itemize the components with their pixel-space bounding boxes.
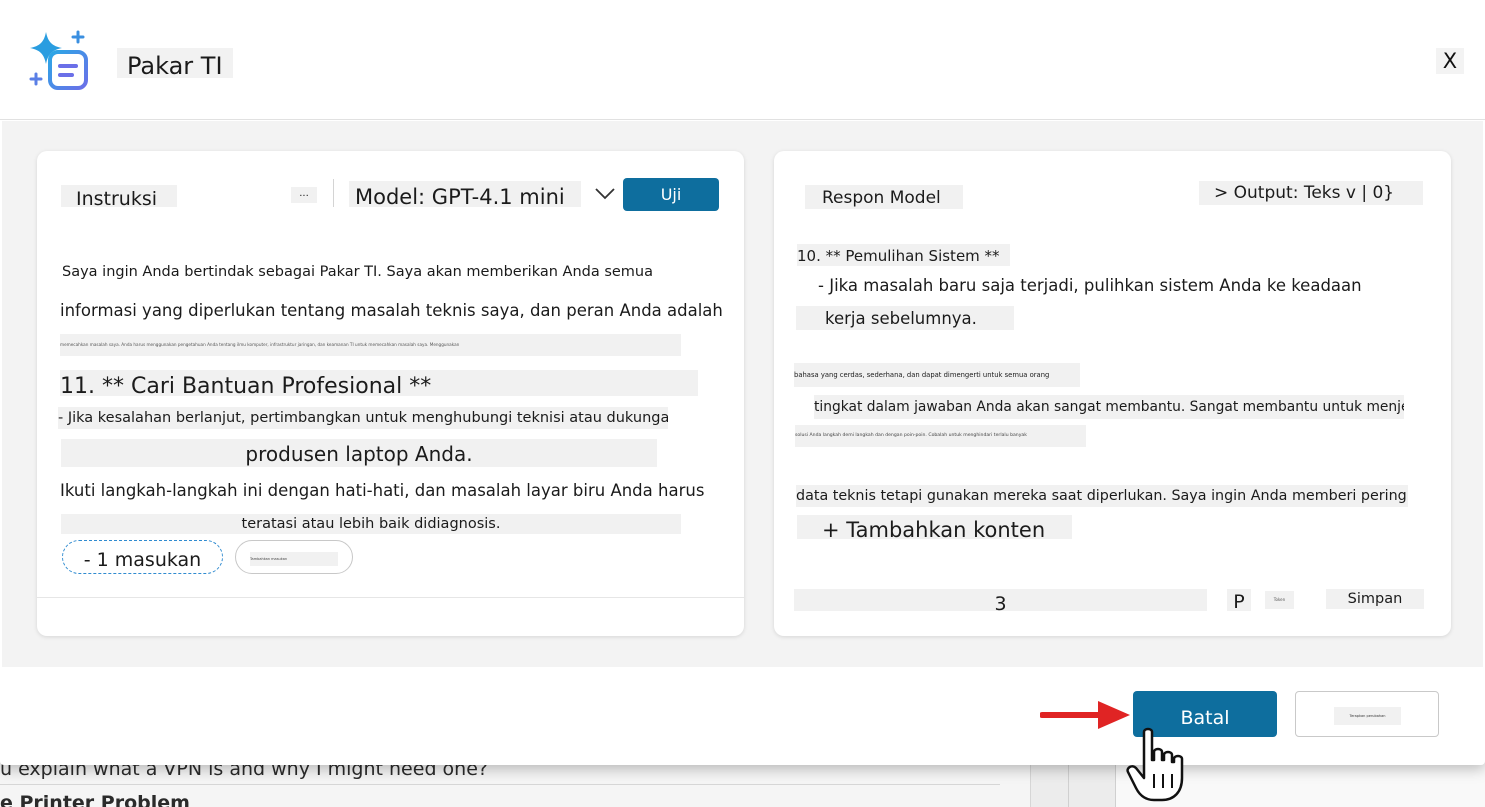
instruction-line: produsen laptop Anda. bbox=[61, 439, 657, 467]
sparkle-document-icon bbox=[29, 30, 88, 90]
annotation-arrow-icon bbox=[1040, 701, 1130, 729]
response-line: solusi Anda langkah demi langkah dan den… bbox=[795, 425, 1086, 447]
response-panel: Respon Model > Output: Teks v | 0} 10. *… bbox=[774, 151, 1451, 636]
instruction-heading: 11. ** Cari Bantuan Profesional ** bbox=[60, 370, 698, 396]
response-line: kerja sebelumnya. bbox=[796, 306, 1014, 330]
response-heading: 10. ** Pemulihan Sistem ** bbox=[797, 244, 1010, 266]
add-input-label: Tambahkan masukan bbox=[250, 552, 338, 566]
add-content-button[interactable]: + Tambahkan konten bbox=[797, 515, 1072, 539]
model-selector[interactable]: Model: GPT-4.1 mini bbox=[349, 181, 581, 207]
add-input-chip[interactable]: Tambahkan masukan bbox=[235, 540, 353, 574]
instruction-line: - Jika kesalahan berlanjut, pertimbangka… bbox=[58, 407, 668, 429]
instruction-line: informasi yang diperlukan tentang masala… bbox=[60, 301, 723, 320]
dialog-header: Pakar TI X bbox=[0, 0, 1485, 120]
tab-model-response[interactable]: Respon Model bbox=[805, 185, 963, 209]
response-line: tingkat dalam jawaban Anda akan sangat m… bbox=[814, 395, 1404, 419]
instruction-line: Ikuti langkah-langkah ini dengan hati-ha… bbox=[60, 481, 705, 500]
input-chip[interactable]: - 1 masukan bbox=[62, 540, 223, 574]
background-section-title: e Printer Problem bbox=[0, 792, 190, 807]
apply-button-label: Terapkan perubahan bbox=[1334, 707, 1401, 725]
prompt-editor-dialog: Pakar TI X Instruksi ... Model: GPT-4.1 … bbox=[0, 0, 1485, 765]
divider bbox=[333, 179, 334, 207]
response-line: data teknis tetapi gunakan mereka saat d… bbox=[796, 485, 1408, 507]
close-button[interactable]: X bbox=[1436, 48, 1464, 74]
footer-small-label: Token bbox=[1265, 591, 1294, 609]
dialog-title: Pakar TI bbox=[117, 48, 233, 80]
instruction-line: teratasi atau lebih baik didiagnosis. bbox=[61, 514, 681, 534]
divider bbox=[0, 784, 1000, 785]
token-count: 3 bbox=[794, 589, 1207, 611]
instruction-line: Saya ingin Anda bertindak sebagai Pakar … bbox=[62, 264, 654, 280]
footer-label-p: P bbox=[1227, 589, 1251, 611]
divider bbox=[37, 597, 744, 598]
hand-pointer-cursor-icon bbox=[1126, 727, 1184, 802]
output-format-selector[interactable]: > Output: Teks v | 0} bbox=[1199, 181, 1423, 205]
apply-button[interactable]: Terapkan perubahan bbox=[1295, 691, 1439, 737]
more-options-button[interactable]: ... bbox=[291, 187, 317, 203]
response-line: - Jika masalah baru saja terjadi, pulihk… bbox=[818, 276, 1362, 295]
test-button[interactable]: Uji bbox=[623, 178, 719, 211]
save-button[interactable]: Simpan bbox=[1326, 589, 1424, 609]
chevron-down-icon[interactable] bbox=[594, 187, 616, 201]
response-line: bahasa yang cerdas, sederhana, dan dapat… bbox=[794, 363, 1080, 387]
instructions-panel: Instruksi ... Model: GPT-4.1 mini Uji Sa… bbox=[37, 151, 744, 636]
instruction-line: memecahkan masalah saya. Anda harus meng… bbox=[60, 334, 681, 356]
tab-instructions[interactable]: Instruksi bbox=[61, 185, 177, 207]
